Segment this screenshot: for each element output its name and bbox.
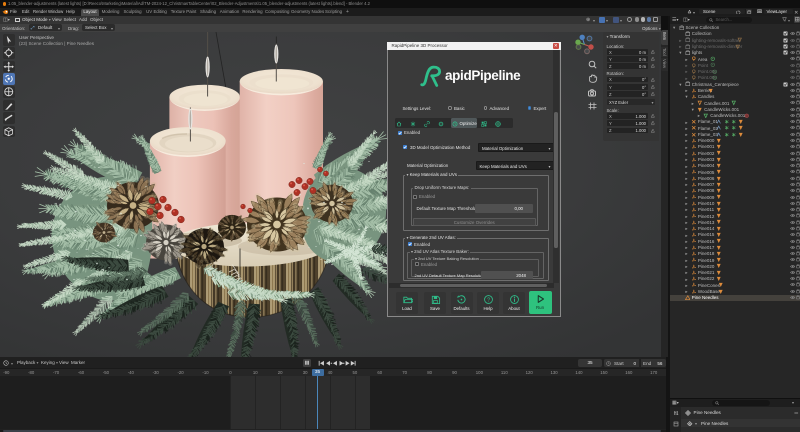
svg-text:?: ? — [486, 297, 489, 303]
